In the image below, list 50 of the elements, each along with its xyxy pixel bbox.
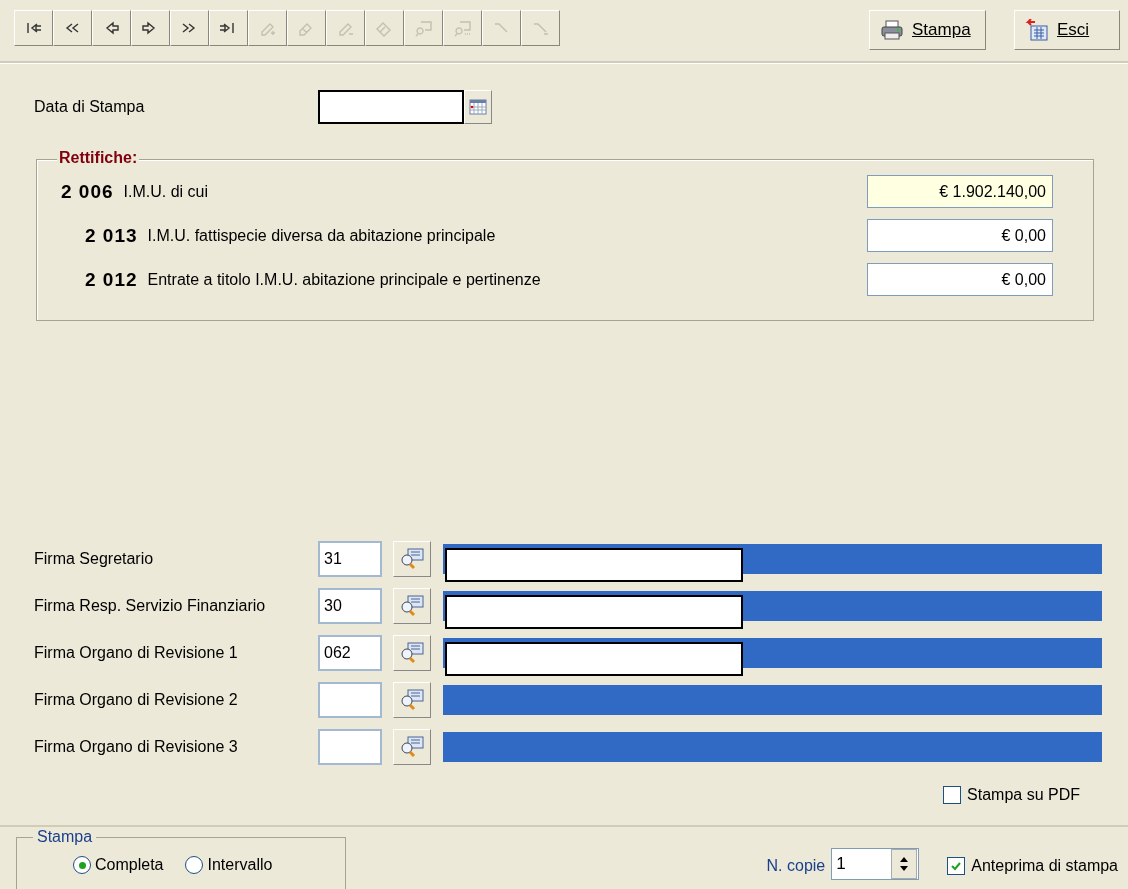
date-field[interactable] <box>318 90 464 125</box>
toolbar-button[interactable] <box>53 10 92 46</box>
field-label: Firma Resp. Servizio Finanziario <box>34 597 267 616</box>
printer-icon <box>880 20 904 40</box>
search-icon <box>399 735 425 760</box>
row-label: Entrate a titolo I.M.U. abitazione principale e pertinenze <box>147 270 541 289</box>
field-label: Firma Organo di Revisione 3 <box>34 738 239 757</box>
copies-spinner[interactable]: 1 <box>831 848 920 880</box>
toolbar-button[interactable] <box>131 10 170 46</box>
lookup-button[interactable] <box>393 541 431 578</box>
calendar-button[interactable] <box>464 90 492 125</box>
row-label: I.M.U. fattispecie diversa da abitazione principale <box>147 226 496 245</box>
copies-label: N. copie <box>766 857 826 875</box>
radio-option[interactable]: Intervallo <box>185 856 273 874</box>
search-icon <box>399 688 425 713</box>
code-field[interactable]: 31 <box>318 541 382 578</box>
search-icon <box>399 547 425 572</box>
field-label: Data di Stampa <box>34 98 146 117</box>
action-button[interactable]: Esci <box>1014 10 1120 50</box>
lookup-button[interactable] <box>393 729 431 766</box>
code-label: 2 006 <box>61 180 114 203</box>
toolbar-button[interactable] <box>92 10 131 46</box>
action-button[interactable]: Stampa <box>869 10 986 50</box>
amount-field[interactable]: € 1.902.140,00 <box>867 175 1053 209</box>
code-field[interactable]: 062 <box>318 635 382 672</box>
amount-field[interactable]: € 0,00 <box>867 263 1053 297</box>
exit-icon <box>1025 19 1049 41</box>
field-label: Firma Organo di Revisione 1 <box>34 644 239 663</box>
search-icon <box>399 594 425 619</box>
lookup-button[interactable] <box>393 682 431 719</box>
lookup-button[interactable] <box>393 635 431 672</box>
code-field[interactable] <box>318 682 382 719</box>
calendar-icon <box>469 99 487 116</box>
code-field[interactable]: 30 <box>318 588 382 625</box>
code-field[interactable] <box>318 729 382 766</box>
toolbar-button[interactable] <box>170 10 209 46</box>
pdf-checkbox[interactable]: Stampa su PDF <box>943 783 1080 807</box>
toolbar-button[interactable] <box>14 10 53 46</box>
row-label: I.M.U. di cui <box>123 182 208 201</box>
preview-checkbox[interactable]: Anteprima di stampa <box>947 857 1118 875</box>
amount-field[interactable]: € 0,00 <box>867 219 1053 253</box>
field-label: Firma Segretario <box>34 550 155 569</box>
code-label: 2 012 <box>85 268 138 291</box>
panel-title: Stampa <box>33 828 97 846</box>
toolbar-button[interactable] <box>209 10 248 46</box>
field-label: Firma Organo di Revisione 2 <box>34 691 239 710</box>
radio-option[interactable]: Completa <box>73 856 164 874</box>
code-label: 2 013 <box>85 224 138 247</box>
search-icon <box>399 641 425 666</box>
lookup-button[interactable] <box>393 588 431 625</box>
